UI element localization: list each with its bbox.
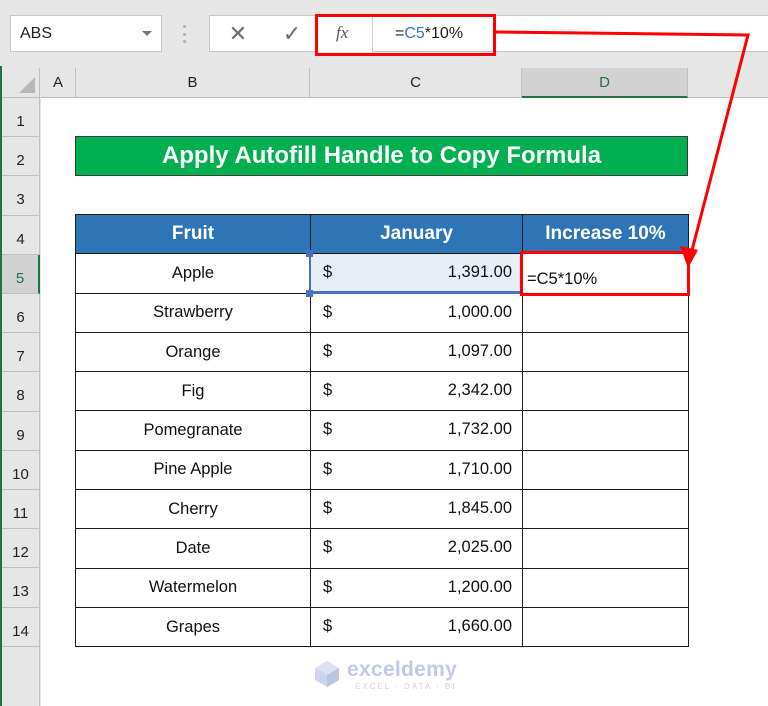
name-box[interactable]: ABS: [10, 15, 162, 52]
row-header-7[interactable]: 7: [2, 333, 40, 373]
row-header-1[interactable]: 1: [2, 98, 40, 138]
table-row: Pomegranate $1,732.00: [75, 410, 689, 451]
formula-highlight-box: [315, 14, 496, 56]
cell-fruit[interactable]: Fig: [75, 371, 311, 412]
column-header-d[interactable]: D: [522, 68, 688, 98]
amount: 1,732.00: [447, 420, 512, 439]
cell-january[interactable]: $1,660.00: [310, 606, 523, 648]
drag-handle-icon[interactable]: [183, 25, 186, 43]
currency-symbol: $: [323, 577, 333, 596]
reference-marquee: [309, 253, 522, 294]
amount: 2,342.00: [447, 381, 512, 400]
select-all-button[interactable]: [2, 68, 40, 98]
cell-increase[interactable]: [522, 449, 689, 491]
currency-symbol: $: [323, 459, 333, 478]
amount: 1,710.00: [447, 459, 512, 478]
cell-fruit[interactable]: Orange: [75, 331, 311, 373]
table-row: Grapes $1,660.00: [75, 606, 689, 648]
row-header-4[interactable]: 4: [2, 215, 40, 255]
currency-symbol: $: [323, 538, 333, 557]
row-header-6[interactable]: 6: [2, 294, 40, 334]
amount: 1,845.00: [447, 499, 512, 518]
exceldemy-logo-icon: [315, 661, 339, 687]
column-header-a[interactable]: A: [41, 68, 76, 98]
header-increase[interactable]: Increase 10%: [522, 213, 689, 255]
table-row: Date $2,025.00: [75, 528, 689, 569]
table-row: Cherry $1,845.00: [75, 489, 689, 530]
cell-january[interactable]: $1,000.00: [310, 292, 523, 333]
table-row: Fig $2,342.00: [75, 371, 689, 412]
cell-increase[interactable]: [522, 606, 689, 648]
sheet-title: Apply Autofill Handle to Copy Formula: [75, 136, 688, 176]
reference-handle[interactable]: [306, 290, 313, 297]
currency-symbol: $: [323, 302, 333, 321]
cell-increase[interactable]: [522, 292, 689, 333]
watermark-tagline: EXCEL - DATA - BI: [355, 682, 457, 691]
cell-january[interactable]: $1,845.00: [310, 489, 523, 530]
cell-fruit[interactable]: Apple: [75, 253, 311, 294]
row-header-11[interactable]: 11: [2, 490, 40, 530]
amount: 1,097.00: [447, 341, 512, 360]
chevron-down-icon[interactable]: [142, 31, 152, 36]
cell-january[interactable]: $1,200.00: [310, 567, 523, 608]
name-box-value: ABS: [20, 25, 53, 42]
cell-increase[interactable]: [522, 567, 689, 608]
row-header-14[interactable]: 14: [2, 607, 40, 647]
cell-fruit[interactable]: Pine Apple: [75, 449, 311, 491]
cell-fruit[interactable]: Date: [75, 528, 311, 569]
column-header-e[interactable]: [688, 68, 768, 98]
table-row: Strawberry $1,000.00: [75, 292, 689, 333]
table-row: Watermelon $1,200.00: [75, 567, 689, 608]
cell-increase[interactable]: [522, 331, 689, 373]
cell-january[interactable]: $1,732.00: [310, 410, 523, 451]
column-header-b[interactable]: B: [76, 68, 310, 98]
currency-symbol: $: [323, 420, 333, 439]
row-header-8[interactable]: 8: [2, 372, 40, 412]
currency-symbol: $: [323, 499, 333, 518]
table-header-row: Fruit January Increase 10%: [75, 213, 689, 255]
watermark: exceldemy EXCEL - DATA - BI: [313, 658, 463, 694]
column-header-c[interactable]: C: [310, 68, 522, 98]
row-header-blank: [2, 647, 40, 706]
currency-symbol: $: [323, 616, 333, 635]
cell-fruit[interactable]: Cherry: [75, 489, 311, 530]
watermark-name: exceldemy: [347, 658, 458, 681]
amount: 1,660.00: [447, 616, 512, 635]
cell-january[interactable]: $2,342.00: [310, 371, 523, 412]
reference-handle[interactable]: [306, 250, 313, 257]
row-header-13[interactable]: 13: [2, 568, 40, 608]
cancel-icon[interactable]: ✕: [224, 20, 252, 48]
currency-symbol: $: [323, 381, 333, 400]
row-header-9[interactable]: 9: [2, 411, 40, 451]
amount: 2,025.00: [447, 538, 512, 557]
active-cell-highlight-box: [520, 251, 690, 296]
row-header-5[interactable]: 5: [2, 254, 40, 294]
amount: 1,000.00: [447, 302, 512, 321]
table-row: Pine Apple $1,710.00: [75, 449, 689, 491]
cell-january[interactable]: $1,097.00: [310, 331, 523, 373]
cell-increase[interactable]: [522, 528, 689, 569]
row-header-2[interactable]: 2: [2, 137, 40, 177]
table-row: Orange $1,097.00: [75, 331, 689, 373]
currency-symbol: $: [323, 341, 333, 360]
cell-january[interactable]: $1,710.00: [310, 449, 523, 491]
check-icon[interactable]: ✓: [278, 20, 306, 48]
formula-bar: ABS ✕ ✓ fx =C5*10%: [0, 0, 768, 66]
header-january[interactable]: January: [310, 213, 523, 255]
cell-fruit[interactable]: Pomegranate: [75, 410, 311, 451]
cell-fruit[interactable]: Watermelon: [75, 567, 311, 608]
cell-increase[interactable]: [522, 410, 689, 451]
row-header-10[interactable]: 10: [2, 450, 40, 490]
row-header-12[interactable]: 12: [2, 529, 40, 569]
cell-increase[interactable]: [522, 371, 689, 412]
row-header-3[interactable]: 3: [2, 176, 40, 216]
cell-fruit[interactable]: Strawberry: [75, 292, 311, 333]
header-fruit[interactable]: Fruit: [75, 213, 311, 255]
cell-january[interactable]: $2,025.00: [310, 528, 523, 569]
amount: 1,200.00: [447, 577, 512, 596]
cell-fruit[interactable]: Grapes: [75, 606, 311, 648]
cell-increase[interactable]: [522, 489, 689, 530]
